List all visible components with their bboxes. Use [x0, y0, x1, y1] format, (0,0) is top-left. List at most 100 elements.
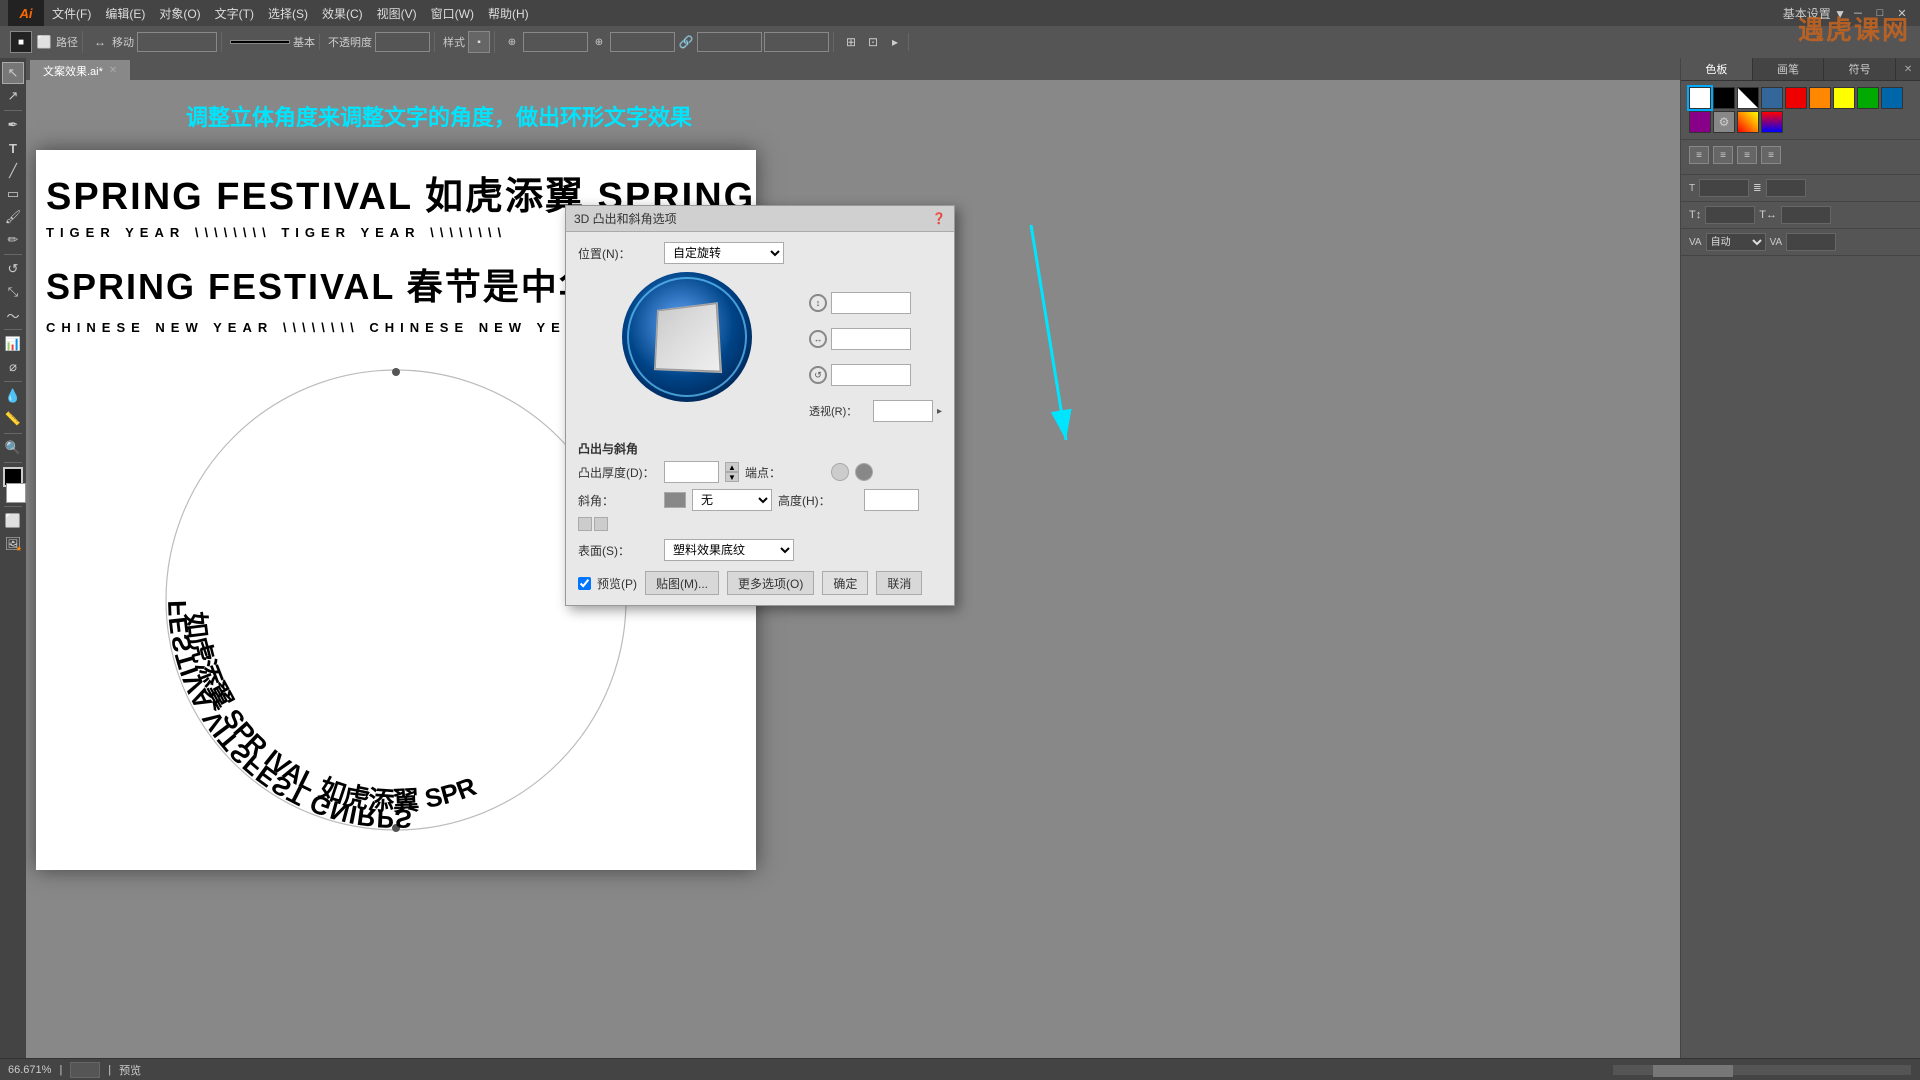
angle2-input[interactable]: 0°	[831, 328, 911, 350]
dialog-help-btn[interactable]: ❓	[932, 212, 946, 225]
angle-inputs: ↕ 115° ↔ 0° ↺ -178° 透视(R)： 0° ▸	[809, 272, 942, 430]
position-select[interactable]: 自定旋转	[664, 242, 784, 264]
preview-checkbox-label[interactable]: 预览(P)	[578, 575, 637, 592]
status-bar: 66.671% | 1 | 预览	[0, 1058, 1920, 1080]
align-left-btn[interactable]: ≡	[1689, 146, 1709, 164]
scale-h-icon: T↕	[1689, 209, 1701, 221]
more-icon: ▸	[886, 33, 904, 51]
rect-tool[interactable]: ▭	[2, 183, 24, 205]
align-right-btn[interactable]: ≡	[1737, 146, 1757, 164]
menu-object[interactable]: 对象(O)	[153, 3, 206, 24]
page-input[interactable]: 1	[70, 1062, 100, 1078]
move-icon: ↔	[91, 33, 109, 51]
style-btn[interactable]: ▪	[468, 31, 490, 53]
swatch-none[interactable]	[1737, 87, 1759, 109]
pen-tool[interactable]: ✒	[2, 114, 24, 136]
swatch-purple[interactable]	[1689, 111, 1711, 133]
main-tab[interactable]: 文案效果.ai* ✕	[30, 60, 130, 80]
tab-close-btn[interactable]: ✕	[109, 65, 117, 76]
swatch-black[interactable]	[1713, 87, 1735, 109]
select-tool[interactable]: ↖	[2, 62, 24, 84]
brush-tool[interactable]: 🖌	[2, 206, 24, 228]
height-input[interactable]: 4 pt	[864, 489, 919, 511]
depth-row: 凸出厚度(D)： 50 pt ▲ ▼ 端点：	[578, 461, 942, 483]
perspective-input[interactable]: 0°	[873, 400, 933, 422]
opacity-input[interactable]: 100%	[375, 32, 430, 52]
justify-btn[interactable]: ≡	[1761, 146, 1781, 164]
tracking-select[interactable]: 自动	[1706, 233, 1766, 251]
menu-view[interactable]: 视图(V)	[371, 3, 423, 24]
measure-tool[interactable]: 📏	[2, 408, 24, 430]
h-scrollbar-thumb[interactable]	[1653, 1065, 1733, 1077]
tracking-section: VA 自动 VA 0	[1689, 233, 1912, 251]
bevel-select[interactable]: 无	[692, 489, 772, 511]
black-fill-btn[interactable]: ■	[10, 31, 32, 53]
swatch-blue2[interactable]	[1881, 87, 1903, 109]
blend-tool[interactable]: ⌀	[2, 356, 24, 378]
scale-h-input[interactable]: 100%	[1705, 206, 1755, 224]
bevel-btn1[interactable]	[578, 517, 592, 531]
preview-checkbox[interactable]	[578, 577, 591, 590]
swatch-yellow[interactable]	[1833, 87, 1855, 109]
swatch-orange[interactable]	[1809, 87, 1831, 109]
y-input[interactable]: 29.9931	[610, 32, 675, 52]
font-size-input[interactable]: 12 pt	[1699, 179, 1749, 197]
menu-edit[interactable]: 编辑(E)	[99, 3, 151, 24]
layer-comp[interactable]: ★ 🖼	[2, 533, 24, 555]
depth-input[interactable]: 50 pt	[664, 461, 719, 483]
swatch-blue1[interactable]	[1761, 87, 1783, 109]
tab-swatches[interactable]: 色板	[1681, 58, 1753, 80]
type-tool[interactable]: T	[2, 137, 24, 159]
menu-window[interactable]: 窗口(W)	[425, 3, 480, 24]
menu-file[interactable]: 文件(F)	[46, 3, 97, 24]
angle1-input[interactable]: 115°	[831, 292, 911, 314]
tab-brushes[interactable]: 画笔	[1753, 58, 1825, 80]
scale-v-input[interactable]: 100%	[1781, 206, 1831, 224]
move-value[interactable]	[137, 32, 217, 52]
zoom-tool[interactable]: 🔍	[2, 437, 24, 459]
tool-separator-4	[4, 381, 22, 382]
align-center-btn[interactable]: ≡	[1713, 146, 1733, 164]
w-input[interactable]: 23.3951	[697, 32, 762, 52]
cap-btn1[interactable]	[831, 463, 849, 481]
stroke-color[interactable]	[6, 483, 26, 503]
scale-tool[interactable]: ⤡	[2, 281, 24, 303]
swatch-green[interactable]	[1857, 87, 1879, 109]
menu-effect[interactable]: 效果(C)	[316, 3, 369, 24]
h-input[interactable]: 23.3951	[764, 32, 829, 52]
cap-btn2[interactable]	[855, 463, 873, 481]
depth-stepper[interactable]: ▲ ▼	[725, 462, 739, 482]
line-tool[interactable]: ╱	[2, 160, 24, 182]
swatch-gradient[interactable]	[1737, 111, 1759, 133]
menu-text[interactable]: 文字(T)	[209, 3, 260, 24]
pencil-tool[interactable]: ✏	[2, 229, 24, 251]
angle1-row: ↕ 115°	[809, 292, 942, 314]
swatch-gear[interactable]: ⚙	[1713, 111, 1735, 133]
menu-help[interactable]: 帮助(H)	[482, 3, 535, 24]
path-label: 路径	[56, 34, 78, 50]
kern-input[interactable]: 0	[1786, 233, 1836, 251]
leading-input[interactable]	[1766, 179, 1806, 197]
x-input[interactable]: 26.6704	[523, 32, 588, 52]
rotate-tool[interactable]: ↺	[2, 258, 24, 280]
scale-v-icon: T↔	[1759, 209, 1777, 221]
surface-select[interactable]: 塑料效果底纹	[664, 539, 794, 561]
menu-select[interactable]: 选择(S)	[262, 3, 314, 24]
graph-tool[interactable]: 📊	[2, 333, 24, 355]
swatch-gradient2[interactable]	[1761, 111, 1783, 133]
tab-symbols[interactable]: 符号	[1824, 58, 1896, 80]
warp-tool[interactable]: 〜	[2, 304, 24, 326]
swatch-white[interactable]	[1689, 87, 1711, 109]
map-button[interactable]: 贴图(M)...	[645, 571, 719, 595]
cancel-button[interactable]: 联消	[876, 571, 922, 595]
screen-mode[interactable]: ⬜	[2, 510, 24, 532]
angle3-input[interactable]: -178°	[831, 364, 911, 386]
panel-close-btn[interactable]: ✕	[1896, 58, 1920, 80]
more-options-button[interactable]: 更多选项(O)	[727, 571, 814, 595]
ok-button[interactable]: 确定	[822, 571, 868, 595]
eyedrop-tool[interactable]: 💧	[2, 385, 24, 407]
h-scrollbar[interactable]	[1612, 1064, 1912, 1076]
swatch-red[interactable]	[1785, 87, 1807, 109]
direct-select-tool[interactable]: ↗	[2, 85, 24, 107]
bevel-btn2[interactable]	[594, 517, 608, 531]
